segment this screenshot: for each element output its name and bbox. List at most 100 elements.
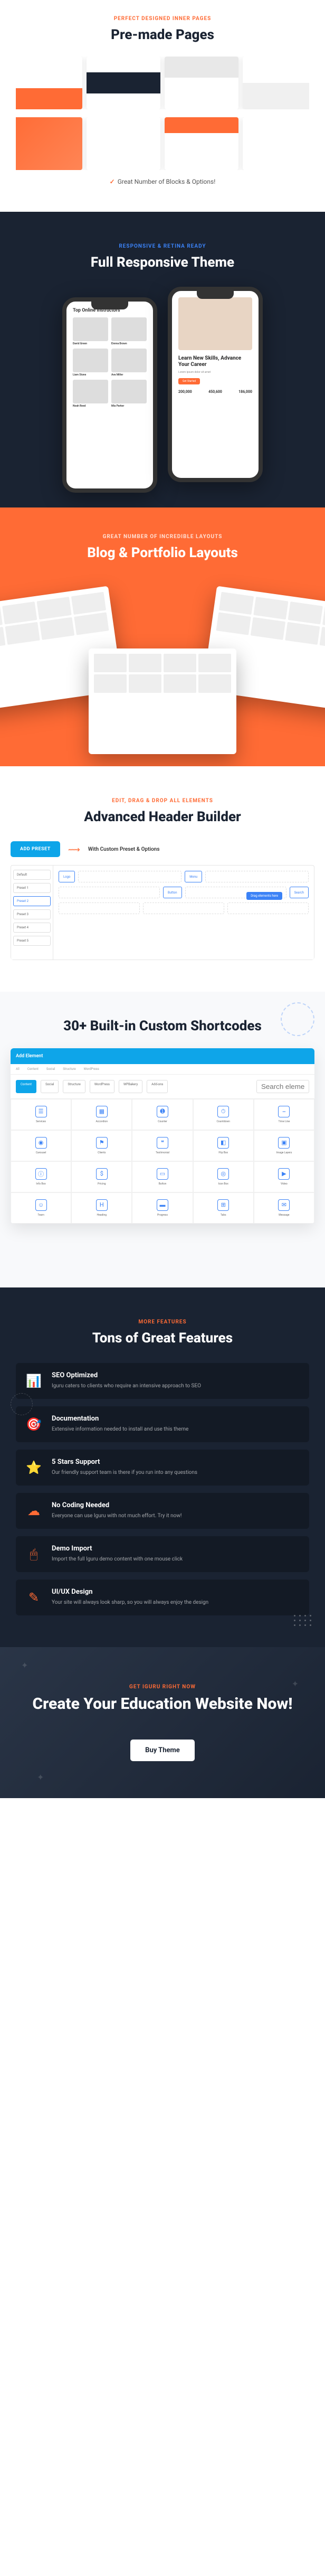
drop-slot[interactable] bbox=[205, 871, 309, 882]
toolbar-tab[interactable]: WordPress bbox=[84, 1067, 99, 1071]
phone-stats: 200,000450,600186,000 bbox=[178, 390, 252, 394]
shortcode-item[interactable]: ◉Carousel bbox=[11, 1130, 71, 1161]
drop-slot[interactable] bbox=[78, 871, 181, 882]
shortcode-item[interactable]: ▦Accordion bbox=[71, 1099, 132, 1130]
shortcode-icon: ▬ bbox=[157, 1199, 168, 1211]
filter-chip[interactable]: Social bbox=[41, 1080, 59, 1093]
shortcode-item[interactable]: ▭Button bbox=[132, 1161, 193, 1192]
shortcode-item[interactable]: ⚑Clients bbox=[71, 1130, 132, 1161]
feature-content: UI/UX DesignYour site will always look s… bbox=[52, 1588, 301, 1606]
shortcode-item[interactable]: ➊Counter bbox=[132, 1099, 193, 1130]
shortcode-label: Testimonial bbox=[156, 1151, 169, 1154]
preset-tab[interactable]: Preset 1 bbox=[13, 883, 51, 893]
eyebrow: GET IGURU RIGHT NOW bbox=[16, 1684, 309, 1690]
instructor-card[interactable]: Liam Stone bbox=[73, 349, 108, 377]
page-thumbnail[interactable] bbox=[243, 117, 309, 170]
shortcode-label: Time Line bbox=[278, 1120, 290, 1123]
stat-value: 186,000 bbox=[238, 390, 252, 394]
builder-element[interactable]: Search bbox=[290, 887, 309, 898]
feature-list: 📊SEO OptimizedIguru caters to clients wh… bbox=[16, 1363, 309, 1615]
feature-content: SEO OptimizedIguru caters to clients who… bbox=[52, 1371, 301, 1390]
drop-slot[interactable] bbox=[59, 887, 160, 898]
drop-slot[interactable] bbox=[227, 902, 309, 914]
filter-chip[interactable]: Structure bbox=[63, 1080, 85, 1093]
preset-tab[interactable]: Preset 5 bbox=[13, 936, 51, 946]
shortcode-item[interactable]: ▶Video bbox=[254, 1161, 314, 1192]
shortcode-label: Accordion bbox=[95, 1120, 108, 1123]
phone-mockups: Top Online Instructors David GreenEmma B… bbox=[16, 287, 309, 482]
shortcode-label: Flip Box bbox=[218, 1151, 228, 1154]
heading: Create Your Education Website Now! bbox=[16, 1695, 309, 1714]
feature-icon: ✎ bbox=[24, 1588, 43, 1607]
shortcode-label: Clients bbox=[98, 1151, 106, 1154]
toolbar-tab[interactable]: Content bbox=[27, 1067, 39, 1071]
shortcode-item[interactable]: ◧Flip Box bbox=[193, 1130, 254, 1161]
shortcode-item[interactable]: ☺Team bbox=[11, 1192, 71, 1224]
preset-tab[interactable]: Default bbox=[13, 870, 51, 880]
add-preset-button[interactable]: ADD PRESET bbox=[11, 841, 60, 857]
page-thumbnail[interactable] bbox=[165, 57, 238, 109]
shortcode-label: Progress bbox=[157, 1214, 168, 1217]
feature-desc: Iguru caters to clients who require an i… bbox=[52, 1382, 301, 1390]
drop-slot[interactable] bbox=[143, 902, 224, 914]
filter-chip[interactable]: WordPress bbox=[90, 1080, 114, 1093]
builder-element[interactable]: Button bbox=[163, 887, 182, 898]
page-thumbnail[interactable] bbox=[16, 117, 82, 170]
header-builder-section: EDIT, DRAG & DROP ALL ELEMENTS Advanced … bbox=[0, 766, 325, 992]
instructor-card[interactable]: Ava Miller bbox=[111, 349, 147, 377]
search-input[interactable] bbox=[256, 1080, 309, 1093]
filter-chip[interactable]: WPBakery bbox=[119, 1080, 142, 1093]
instructor-card[interactable]: Noah Reed bbox=[73, 380, 108, 408]
shortcode-label: Tabs bbox=[221, 1214, 226, 1217]
feature-icon: 🎯 bbox=[24, 1415, 43, 1434]
shortcode-label: Image Layers bbox=[276, 1151, 292, 1154]
page-thumbnail[interactable] bbox=[87, 117, 160, 170]
filter-chip[interactable]: Add-ons bbox=[147, 1080, 168, 1093]
shortcode-item[interactable]: ⏱Countdown bbox=[193, 1099, 254, 1130]
instructor-card[interactable]: David Green bbox=[73, 317, 108, 345]
page-thumbnail[interactable] bbox=[87, 57, 160, 109]
builder-canvas[interactable]: LogoMenu ButtonSearch Drag elements here bbox=[53, 866, 314, 960]
feature-desc: Extensive information needed to install … bbox=[52, 1425, 301, 1433]
layout-showcase bbox=[0, 575, 325, 759]
feature-desc: Our friendly support team is there if yo… bbox=[52, 1469, 301, 1477]
shortcode-item[interactable]: ☰Services bbox=[11, 1099, 71, 1130]
shortcode-item[interactable]: ✉Message bbox=[254, 1192, 314, 1224]
toolbar-tab[interactable]: All bbox=[16, 1067, 20, 1071]
builder-sidebar: Default Preset 1 Preset 2 Preset 3 Preset 4 P… bbox=[11, 866, 53, 960]
shortcode-item[interactable]: HHeading bbox=[71, 1192, 132, 1224]
shortcode-item[interactable]: ▬ Progress bbox=[132, 1192, 193, 1224]
instructor-name: Mia Parker bbox=[111, 405, 147, 408]
toolbar-tab[interactable]: Structure bbox=[63, 1067, 75, 1071]
instructor-name: David Green bbox=[73, 342, 108, 345]
builder-element[interactable]: Logo bbox=[59, 871, 75, 882]
page-thumbnail[interactable] bbox=[16, 57, 82, 109]
shortcode-item[interactable]: ⎯Time Line bbox=[254, 1099, 314, 1130]
shortcode-item[interactable]: ⓘInfo Box bbox=[11, 1161, 71, 1192]
drop-slot[interactable] bbox=[59, 902, 140, 914]
shortcode-item[interactable]: $Pricing bbox=[71, 1161, 132, 1192]
shortcode-item[interactable]: ◎Icon Box bbox=[193, 1161, 254, 1192]
shortcode-item[interactable]: ⊞Tabs bbox=[193, 1192, 254, 1224]
toolbar-tab[interactable]: Social bbox=[46, 1067, 55, 1071]
gallery-row-2 bbox=[16, 117, 309, 170]
feature-item: 📊SEO OptimizedIguru caters to clients wh… bbox=[16, 1363, 309, 1399]
shortcode-icon: H bbox=[96, 1199, 108, 1211]
preset-tab[interactable]: Preset 3 bbox=[13, 909, 51, 919]
buy-theme-button[interactable]: Buy Theme bbox=[130, 1740, 195, 1761]
feature-desc: Import the full Iguru demo content with … bbox=[52, 1555, 301, 1563]
page-thumbnail[interactable] bbox=[165, 117, 238, 170]
preset-tab[interactable]: Preset 4 bbox=[13, 923, 51, 933]
shortcode-item[interactable]: ❝Testimonial bbox=[132, 1130, 193, 1161]
feature-item: ⭐5 Stars SupportOur friendly support tea… bbox=[16, 1450, 309, 1486]
instructor-card[interactable]: Mia Parker bbox=[111, 380, 147, 408]
page-thumbnail[interactable] bbox=[243, 57, 309, 109]
builder-element[interactable]: Menu bbox=[185, 871, 202, 882]
shortcode-item[interactable]: ▣Image Layers bbox=[254, 1130, 314, 1161]
feature-content: DocumentationExtensive information neede… bbox=[52, 1415, 301, 1433]
instructor-card[interactable]: Emma Brown bbox=[111, 317, 147, 345]
eyebrow: GREAT NUMBER OF INCREDIBLE LAYOUTS bbox=[0, 534, 325, 540]
preset-tab[interactable]: Preset 2 bbox=[13, 896, 51, 906]
phone-cta-button[interactable]: Get Started bbox=[178, 378, 200, 384]
filter-chip[interactable]: Content bbox=[16, 1080, 36, 1093]
